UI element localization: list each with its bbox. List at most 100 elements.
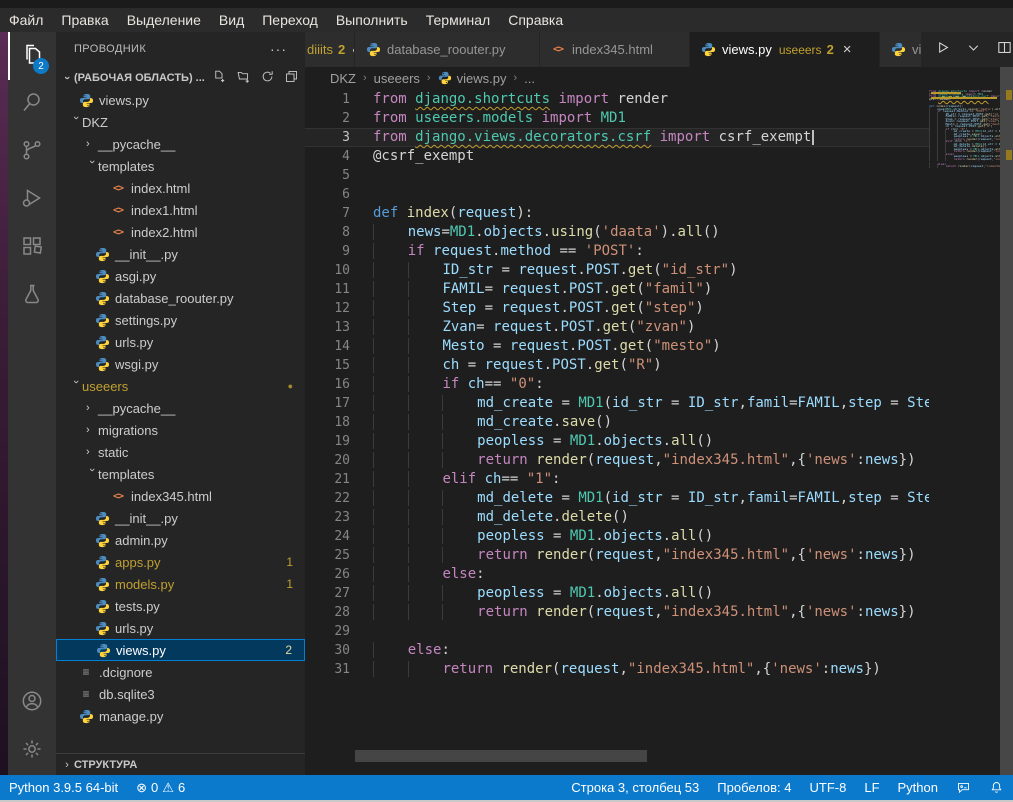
line-number[interactable]: 12 [305, 299, 350, 318]
activity-settings-button[interactable] [8, 727, 56, 775]
tree-item-models-py[interactable]: models.py1 [56, 573, 305, 595]
menu-item[interactable]: Вид [210, 12, 253, 28]
new-folder-button[interactable] [236, 69, 251, 87]
minimap[interactable]: from django.shortcuts import renderfrom … [929, 90, 1001, 762]
collapse-all-button[interactable] [284, 69, 299, 87]
activity-extensions-button[interactable] [8, 224, 56, 272]
line-number[interactable]: 3 [305, 128, 350, 147]
close-icon[interactable]: × [843, 41, 852, 58]
breadcrumb-item[interactable]: DKZ [330, 71, 356, 86]
activity-run-debug-button[interactable] [8, 176, 56, 224]
line-number[interactable]: 13 [305, 318, 350, 337]
outline-section[interactable]: › СТРУКТУРА [56, 753, 305, 775]
status-item[interactable]: LF [855, 780, 888, 795]
new-file-button[interactable] [212, 69, 227, 87]
breadcrumb-item[interactable]: views.py [438, 71, 507, 86]
menu-item[interactable]: Справка [499, 12, 572, 28]
tab-index345-html[interactable]: <>index345.html [540, 32, 690, 67]
line-number[interactable]: 25 [305, 546, 350, 565]
line-number[interactable]: 7 [305, 204, 350, 223]
line-number[interactable]: 19 [305, 432, 350, 451]
line-number[interactable]: 21 [305, 470, 350, 489]
line-number[interactable]: 9 [305, 242, 350, 261]
bell-button[interactable] [980, 780, 1013, 795]
line-number[interactable]: 18 [305, 413, 350, 432]
line-number[interactable]: 26 [305, 565, 350, 584]
feedback-button[interactable] [947, 780, 980, 795]
tree-item-index2-html[interactable]: <>index2.html [56, 221, 305, 243]
refresh-button[interactable] [260, 69, 275, 87]
line-number[interactable]: 10 [305, 261, 350, 280]
tree-item-templates[interactable]: ›templates [56, 155, 305, 177]
run-button[interactable] [934, 39, 951, 61]
tab-views-py[interactable]: views.pyuseeers2× [690, 32, 880, 67]
tree-item--pycache-[interactable]: ›__pycache__ [56, 397, 305, 419]
menu-item[interactable]: Терминал [417, 12, 499, 28]
tree-item-index1-html[interactable]: <>index1.html [56, 199, 305, 221]
menu-item[interactable]: Переход [253, 12, 327, 28]
tab-database-roouter-py[interactable]: database_roouter.py [355, 32, 540, 67]
line-number[interactable]: 27 [305, 584, 350, 603]
tree-item-wsgi-py[interactable]: wsgi.py [56, 353, 305, 375]
activity-account-button[interactable] [8, 679, 56, 727]
breadcrumb-item[interactable]: useeers [374, 71, 420, 86]
menu-item[interactable]: Правка [52, 12, 117, 28]
tree-item-settings-py[interactable]: settings.py [56, 309, 305, 331]
tree-item-manage-py[interactable]: manage.py [56, 705, 305, 727]
line-number[interactable]: 22 [305, 489, 350, 508]
line-number[interactable]: 2 [305, 109, 350, 128]
tree-item-dkz[interactable]: ›DKZ [56, 111, 305, 133]
status-item[interactable]: Python [889, 780, 947, 795]
line-number[interactable]: 23 [305, 508, 350, 527]
line-number[interactable]: 15 [305, 356, 350, 375]
tree-item--init-py[interactable]: __init__.py [56, 243, 305, 265]
tree-item-asgi-py[interactable]: asgi.py [56, 265, 305, 287]
tree-item-admin-py[interactable]: admin.py [56, 529, 305, 551]
activity-source-control-button[interactable] [8, 128, 56, 176]
tree-item-useeers[interactable]: ›useeers● [56, 375, 305, 397]
breadcrumb-item[interactable]: ... [524, 71, 535, 86]
status-item[interactable]: Строка 3, столбец 53 [562, 780, 708, 795]
menu-item[interactable]: Выделение [118, 12, 210, 28]
line-number[interactable]: 4 [305, 147, 350, 166]
split-editor-button[interactable] [996, 39, 1013, 61]
tree-item--init-py[interactable]: __init__.py [56, 507, 305, 529]
line-number[interactable]: 11 [305, 280, 350, 299]
line-number[interactable]: 29 [305, 622, 350, 641]
tab-vie[interactable]: vie [880, 32, 922, 67]
tree-item--pycache-[interactable]: ›__pycache__ [56, 133, 305, 155]
line-number[interactable]: 17 [305, 394, 350, 413]
problems-indicator[interactable]: ⊗0⚠6 [127, 780, 194, 796]
tree-item-urls-py[interactable]: urls.py [56, 617, 305, 639]
tree-item-apps-py[interactable]: apps.py1 [56, 551, 305, 573]
tree-item-database-roouter-py[interactable]: database_roouter.py [56, 287, 305, 309]
activity-explorer-button[interactable]: 2 [8, 32, 56, 80]
chevron-down-button[interactable] [965, 39, 982, 61]
line-number[interactable]: 24 [305, 527, 350, 546]
tree-item-migrations[interactable]: ›migrations [56, 419, 305, 441]
activity-search-button[interactable] [8, 80, 56, 128]
editor-scrollbar[interactable] [1000, 67, 1013, 775]
activity-testing-button[interactable] [8, 272, 56, 320]
tab-diiits[interactable]: diiits2● [305, 32, 355, 67]
tree-item-index345-html[interactable]: <>index345.html [56, 485, 305, 507]
workspace-header[interactable]: › (РАБОЧАЯ ОБЛАСТЬ) ... [56, 66, 305, 89]
tree-item-static[interactable]: ›static [56, 441, 305, 463]
tree-item-urls-py[interactable]: urls.py [56, 331, 305, 353]
line-number[interactable]: 1 [305, 90, 350, 109]
line-number[interactable]: 30 [305, 641, 350, 660]
status-item[interactable]: Пробелов: 4 [708, 780, 800, 795]
line-number[interactable]: 20 [305, 451, 350, 470]
menu-item[interactable]: Файл [0, 12, 52, 28]
tree-item-index-html[interactable]: <>index.html [56, 177, 305, 199]
horizontal-scrollbar-thumb[interactable] [355, 750, 647, 762]
tree-item-views-py[interactable]: views.py [56, 89, 305, 111]
line-number[interactable]: 16 [305, 375, 350, 394]
tree-item-views-py[interactable]: views.py2 [56, 639, 305, 661]
tree-item-db-sqlite3[interactable]: ≡db.sqlite3 [56, 683, 305, 705]
line-number[interactable]: 31 [305, 660, 350, 679]
tree-item--dcignore[interactable]: ≡.dcignore [56, 661, 305, 683]
line-number[interactable]: 8 [305, 223, 350, 242]
code-editor[interactable]: 1from django.shortcuts import render2fro… [305, 90, 929, 750]
line-number[interactable]: 5 [305, 166, 350, 185]
